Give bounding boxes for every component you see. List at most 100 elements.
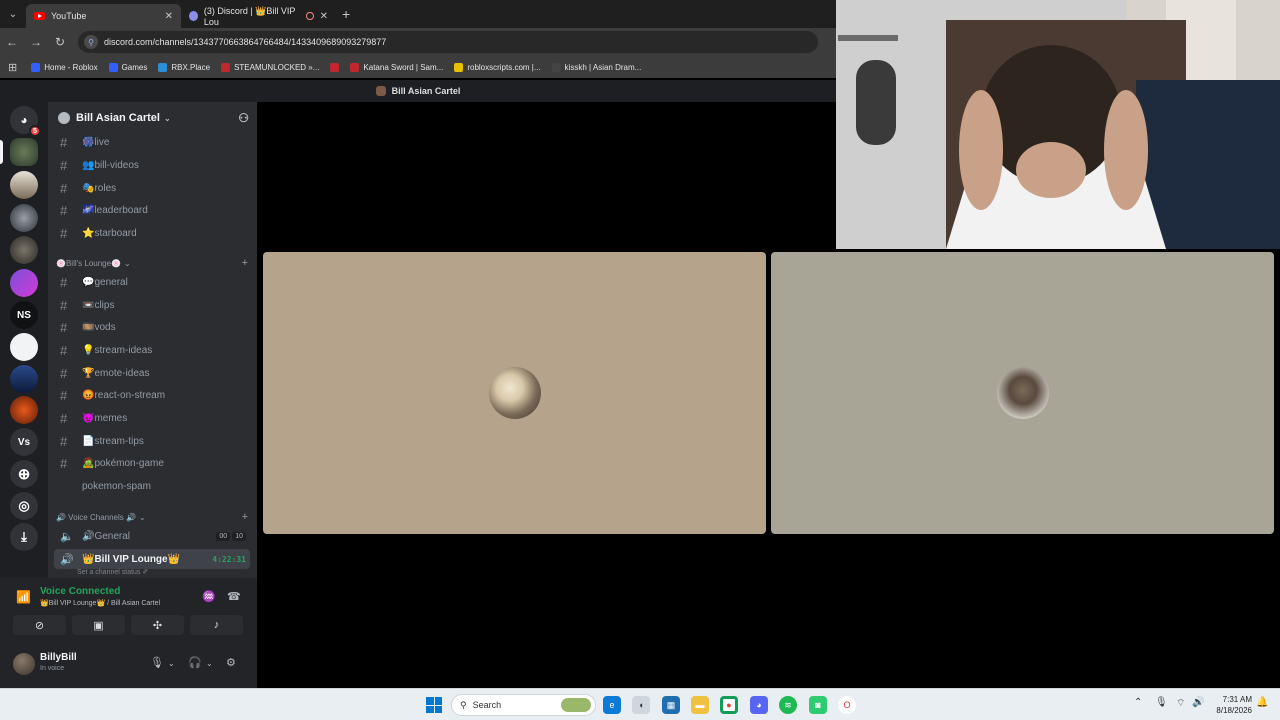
server-icon-7[interactable] [10,333,38,361]
channel-stream-ideas[interactable]: # 💡stream-ideas [54,340,250,360]
bookmark-home-roblox[interactable]: Home - Roblox [31,62,98,72]
channel-stream-tips[interactable]: # 📄stream-tips [54,431,250,451]
voice-channel-bill-vip-lounge[interactable]: 🔊 👑Bill VIP Lounge👑 4:22:31 [54,549,250,569]
bookmark-games[interactable]: Games [108,62,147,72]
forward-arrow-icon[interactable]: → [24,35,48,49]
bookmark-steamunlocked[interactable]: STEAMUNLOCKED »... [221,62,319,72]
chevron-down-icon[interactable]: ⌄ [206,659,213,668]
camera-off-button[interactable]: ⊘ [13,615,66,635]
headphones-icon[interactable]: 🎧 [188,656,202,669]
tab-discord[interactable]: (3) Discord | 👑Bill VIP Lou ✕ [181,4,336,28]
discord-taskbar-icon[interactable]: ◕ [750,696,768,714]
windows-start-icon[interactable] [426,697,442,713]
tab-youtube[interactable]: YouTube ✕ [26,4,181,28]
channel-react-on-stream[interactable]: # 😡react-on-stream [54,385,250,405]
bookmark-favicon-icon [454,62,464,72]
channel-memes[interactable]: # 😈memes [54,408,250,428]
server-icon-vs[interactable]: Vs [10,428,38,456]
bookmark-rbx-place[interactable]: RBX.Place [158,62,210,72]
new-tab-button[interactable]: + [342,6,350,22]
channel-general[interactable]: # 💬general [54,272,250,292]
spotify-icon[interactable]: ≋ [779,696,797,714]
invite-people-icon[interactable]: ⚇ [238,111,249,125]
bookmark-unnamed[interactable] [330,62,340,72]
bookmark-katana-sword[interactable]: Katana Sword | Sam... [350,62,443,72]
soundboard-button[interactable]: ♪ [190,615,243,635]
window-title-text: Bill Asian Cartel [391,86,461,96]
channel-starboard[interactable]: # ⭐starboard [54,223,250,243]
channel-status-prompt[interactable]: Set a channel status ✐ [77,568,148,576]
discord-home-button[interactable]: ◕ 5 [10,106,41,137]
server-icon-2[interactable] [10,171,38,199]
guild-header[interactable]: Bill Asian Cartel ⌄ ⚇ [48,102,257,134]
channel-leaderboard[interactable]: # 🌌leaderboard [54,200,250,220]
bookmark-robloxscripts[interactable]: robloxscripts.com |... [454,62,541,72]
mouse-app-icon[interactable]: ◖ [632,696,650,714]
voice-connected-label[interactable]: Voice Connected [40,586,120,597]
server-icon-5[interactable] [10,269,38,297]
channel-roles[interactable]: # 🎭roles [54,178,250,198]
channel-emote-ideas[interactable]: # 🏆emote-ideas [54,363,250,383]
username[interactable]: BillyBill [40,652,77,663]
chevron-up-icon[interactable]: ⌃ [1134,697,1142,708]
server-icon-ns[interactable]: NS [10,301,38,329]
server-icon-8[interactable] [10,365,38,393]
tab-search-menu-icon[interactable]: ⌄ [0,0,26,28]
gear-icon[interactable]: ⚙ [226,656,236,669]
channel-pokemon-game[interactable]: # 🧟pokémon-game [54,453,250,473]
notification-bell-icon[interactable]: 🔔 [1256,697,1268,708]
store-icon[interactable]: ▦ [662,696,680,714]
channel-live[interactable]: # 🎆live [54,132,250,152]
voice-location[interactable]: 👑Bill VIP Lounge👑 / Bill Asian Cartel [40,599,160,607]
channel-label: 👑Bill VIP Lounge👑 [82,553,181,565]
microphone-tray-icon[interactable]: 🎙 [1155,697,1168,708]
avatar[interactable] [13,653,35,675]
back-arrow-icon[interactable]: ← [0,35,24,49]
volume-icon[interactable]: 🔊 [1192,697,1204,708]
category-voice-channels[interactable]: 🔊 Voice Channels 🔊 ⌄ + [56,510,248,524]
app-icon[interactable]: ◙ [809,696,827,714]
server-icon-4[interactable] [10,236,38,264]
participant-tile-2[interactable] [771,252,1274,534]
hash-icon: # [60,387,68,403]
chevron-down-icon[interactable]: ⌄ [168,659,175,668]
server-icon-9[interactable] [10,396,38,424]
download-icon[interactable]: ⤓ [10,523,38,551]
site-info-icon[interactable]: ⚲ [84,35,98,49]
reload-icon[interactable]: ↻ [48,35,72,49]
screen-share-button[interactable]: ▣ [72,615,125,635]
noise-suppression-icon[interactable]: ♒ [202,590,216,603]
category-label: 🍥Bill's Lounge🍥 [56,258,122,268]
notification-badge: 5 [29,125,41,137]
participant-tile-1[interactable] [263,252,766,534]
discover-compass-icon[interactable]: ◎ [10,492,38,520]
taskbar-search[interactable]: ⚲ Search [451,694,596,716]
apps-grid-icon[interactable]: ⊞ [8,61,17,74]
channel-label: 📼clips [82,299,115,311]
channel-clips[interactable]: # 📼clips [54,295,250,315]
voice-channel-general[interactable]: 🔈 🔊General 00 10 [54,526,250,546]
address-bar[interactable]: ⚲ discord.com/channels/13437706638647664… [78,31,818,53]
disconnect-icon[interactable]: ☎ [227,590,241,603]
channel-vods[interactable]: # 🎞️vods [54,317,250,337]
taskbar-clock[interactable]: 7:31 AM 8/18/2026 [1210,694,1252,716]
microphone-icon[interactable]: 🎙 [150,656,164,669]
signal-icon[interactable]: 📶 [16,590,31,604]
bookmark-kisskh[interactable]: kisskh | Asian Dram... [551,62,641,72]
category-bills-lounge[interactable]: 🍥Bill's Lounge🍥 ⌄ + [56,256,248,270]
add-channel-icon[interactable]: + [242,257,248,269]
server-icon-3[interactable] [10,204,38,232]
chrome-icon[interactable]: ● [720,696,738,714]
edge-icon[interactable]: e [603,696,621,714]
wifi-icon[interactable]: ⌔ [1176,697,1185,710]
close-icon[interactable]: ✕ [165,11,173,22]
add-server-icon[interactable]: ⊕ [10,460,38,488]
file-explorer-icon[interactable]: ▬ [691,696,709,714]
channel-bill-videos[interactable]: # 👥bill-videos [54,155,250,175]
opera-icon[interactable]: O [838,696,856,714]
add-channel-icon[interactable]: + [242,511,248,523]
close-icon[interactable]: ✕ [320,11,328,22]
channel-pokemon-spam[interactable]: # pokemon-spam [54,476,250,496]
activities-button[interactable]: ✣ [131,615,184,635]
server-icon-1[interactable] [10,138,38,166]
